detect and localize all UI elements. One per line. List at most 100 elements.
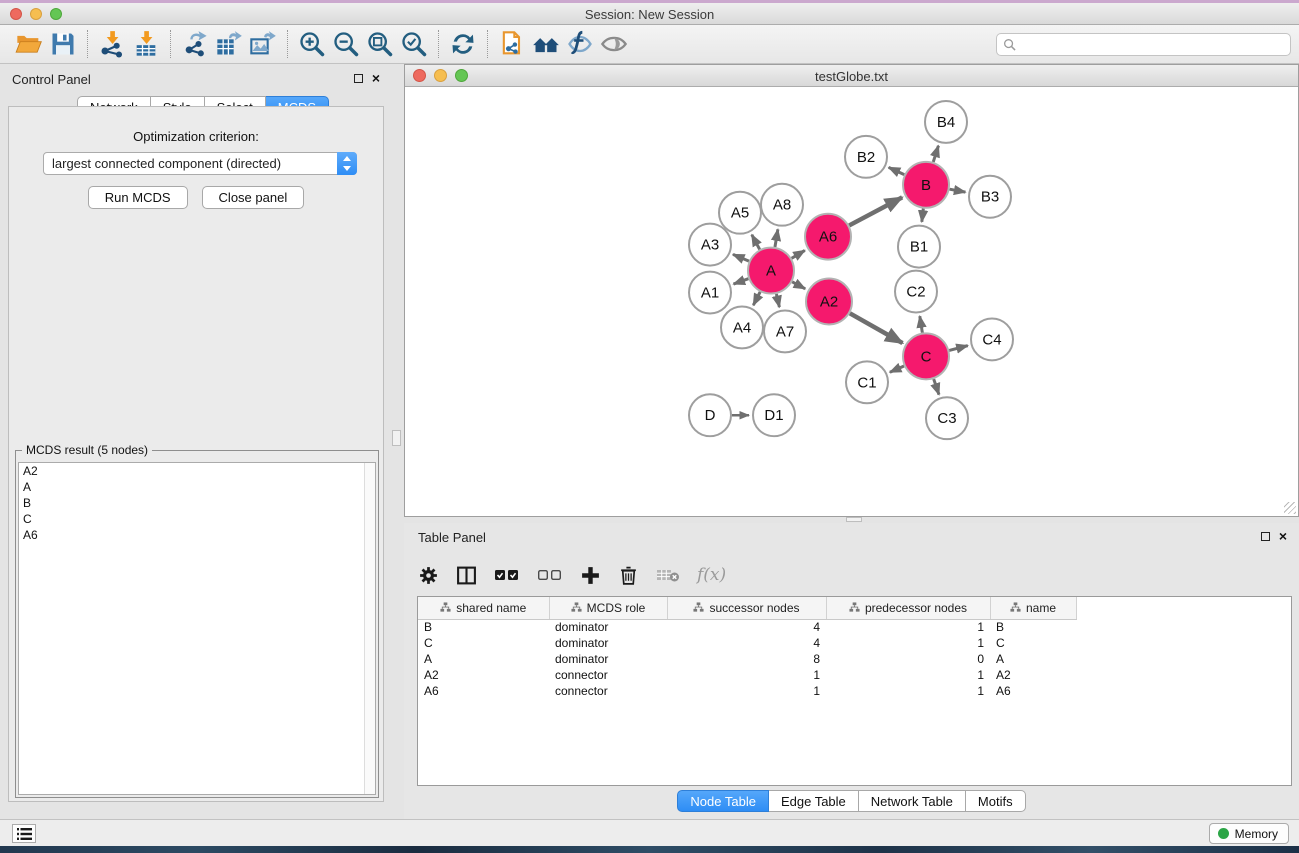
function-builder-button[interactable]: f(x): [697, 565, 726, 585]
edge-A-A2[interactable]: [792, 282, 805, 289]
edge-B-B2[interactable]: [889, 167, 905, 174]
graph-node-label: C: [921, 348, 932, 365]
edge-C-C4[interactable]: [949, 346, 968, 351]
float-panel-icon[interactable]: [1261, 532, 1270, 541]
zoom-fit-button[interactable]: [363, 28, 397, 60]
edge-A-A8[interactable]: [775, 229, 778, 247]
tab-node-table[interactable]: Node Table: [677, 790, 769, 812]
tab-edge-table[interactable]: Edge Table: [769, 790, 859, 812]
column-settings-button[interactable]: [418, 565, 439, 586]
zoom-in-icon: [298, 30, 326, 58]
network-from-document-button[interactable]: [495, 28, 529, 60]
home-button[interactable]: [529, 28, 563, 60]
export-table-button[interactable]: [212, 28, 246, 60]
column-header-MCDS-role[interactable]: MCDS role: [549, 597, 667, 619]
mcds-result-groupbox: MCDS result (5 nodes) A2ABCA6: [15, 450, 379, 798]
edge-A-A3[interactable]: [733, 254, 749, 261]
edge-C-C1[interactable]: [890, 366, 904, 372]
vertical-splitter[interactable]: [390, 64, 404, 819]
result-list-item[interactable]: A2: [19, 463, 375, 479]
birdseye-view-button[interactable]: [597, 28, 631, 60]
show-column-button[interactable]: [456, 565, 477, 586]
splitter-grip[interactable]: [846, 517, 862, 522]
result-list-item[interactable]: B: [19, 495, 375, 511]
column-header-name[interactable]: name: [990, 597, 1076, 619]
graph-node-label: A: [766, 263, 776, 280]
add-row-button[interactable]: [580, 565, 601, 586]
search-input[interactable]: [1020, 38, 1290, 52]
edge-B-B4[interactable]: [933, 146, 938, 162]
result-list-item[interactable]: C: [19, 511, 375, 527]
eye-icon: [600, 30, 628, 58]
table-row[interactable]: Cdominator41C: [418, 635, 1291, 651]
float-panel-icon[interactable]: [354, 74, 363, 83]
import-network-button[interactable]: [95, 28, 129, 60]
result-list-item[interactable]: A6: [19, 527, 375, 543]
close-panel-icon[interactable]: ×: [372, 73, 380, 83]
result-list-item[interactable]: A: [19, 479, 375, 495]
delete-table-button[interactable]: [656, 567, 680, 583]
optimization-criterion-dropdown[interactable]: largest connected component (directed): [43, 152, 357, 175]
table-row[interactable]: A6connector11A6: [418, 683, 1291, 699]
toolbar-separator: [87, 30, 88, 58]
edge-B-B3[interactable]: [950, 189, 966, 192]
splitter-grip[interactable]: [392, 430, 401, 446]
graph-node-label: C4: [982, 331, 1001, 348]
import-table-button[interactable]: [129, 28, 163, 60]
graphics-details-button[interactable]: [563, 28, 597, 60]
edge-A6-B[interactable]: [849, 197, 902, 225]
edge-A-A5[interactable]: [752, 235, 760, 250]
zoom-selected-button[interactable]: [397, 28, 431, 60]
export-network-button[interactable]: [178, 28, 212, 60]
edge-B-B1[interactable]: [922, 209, 924, 222]
tab-network-table[interactable]: Network Table: [859, 790, 966, 812]
network-canvas[interactable]: B4B2BB3A8A5A6A3B1AA1C2A2A4A7C4CC1DD1C3: [405, 87, 1298, 516]
table-row[interactable]: A2connector11A2: [418, 667, 1291, 683]
zoom-selected-icon: [400, 30, 428, 58]
network-window-titlebar: testGlobe.txt: [405, 65, 1298, 87]
edge-A-A1[interactable]: [734, 279, 749, 284]
optimization-criterion-label: Optimization criterion:: [9, 129, 383, 144]
save-session-button[interactable]: [46, 28, 80, 60]
table-panel-tabs: Node TableEdge TableNetwork TableMotifs: [404, 790, 1299, 812]
zoom-out-button[interactable]: [329, 28, 363, 60]
graph-node-label: C2: [906, 284, 925, 301]
export-table-icon: [215, 30, 243, 58]
resize-grip-icon[interactable]: [1284, 502, 1296, 514]
graph-node-label: B2: [857, 149, 875, 166]
delete-table-icon: [656, 567, 680, 583]
run-mcds-button[interactable]: Run MCDS: [88, 186, 188, 209]
task-history-button[interactable]: [12, 824, 36, 843]
column-header-predecessor-nodes[interactable]: predecessor nodes: [826, 597, 990, 619]
unselect-all-button[interactable]: [537, 568, 563, 582]
tab-motifs[interactable]: Motifs: [966, 790, 1026, 812]
select-all-button[interactable]: [494, 568, 520, 582]
table-row[interactable]: Adominator80A: [418, 651, 1291, 667]
edge-C-C2[interactable]: [920, 316, 923, 333]
main-toolbar: [0, 25, 1299, 64]
edge-A-A6[interactable]: [792, 250, 805, 258]
edge-A-A4[interactable]: [753, 292, 760, 305]
export-image-button[interactable]: [246, 28, 280, 60]
edge-A-A7[interactable]: [776, 294, 779, 307]
close-panel-button[interactable]: Close panel: [202, 186, 305, 209]
zoom-in-button[interactable]: [295, 28, 329, 60]
select-all-icon: [494, 568, 520, 582]
column-header-successor-nodes[interactable]: successor nodes: [667, 597, 826, 619]
gear-icon: [418, 565, 439, 586]
edge-C-C3[interactable]: [934, 379, 939, 395]
close-panel-icon[interactable]: ×: [1279, 531, 1287, 541]
refresh-view-button[interactable]: [446, 28, 480, 60]
search-field[interactable]: [996, 33, 1291, 56]
network-graph[interactable]: B4B2BB3A8A5A6A3B1AA1C2A2A4A7C4CC1DD1C3: [405, 87, 1298, 516]
memory-button[interactable]: Memory: [1209, 823, 1289, 844]
delete-row-button[interactable]: [618, 565, 639, 586]
attribute-icon: [1010, 602, 1021, 613]
open-session-button[interactable]: [12, 28, 46, 60]
result-list-scrollbar[interactable]: [364, 463, 375, 794]
table-row[interactable]: Bdominator41B: [418, 619, 1291, 635]
table-panel: Table Panel ×: [404, 523, 1299, 819]
column-header-shared-name[interactable]: shared name: [418, 597, 549, 619]
network-window-title: testGlobe.txt: [405, 69, 1298, 84]
edge-A2-C[interactable]: [850, 313, 903, 343]
